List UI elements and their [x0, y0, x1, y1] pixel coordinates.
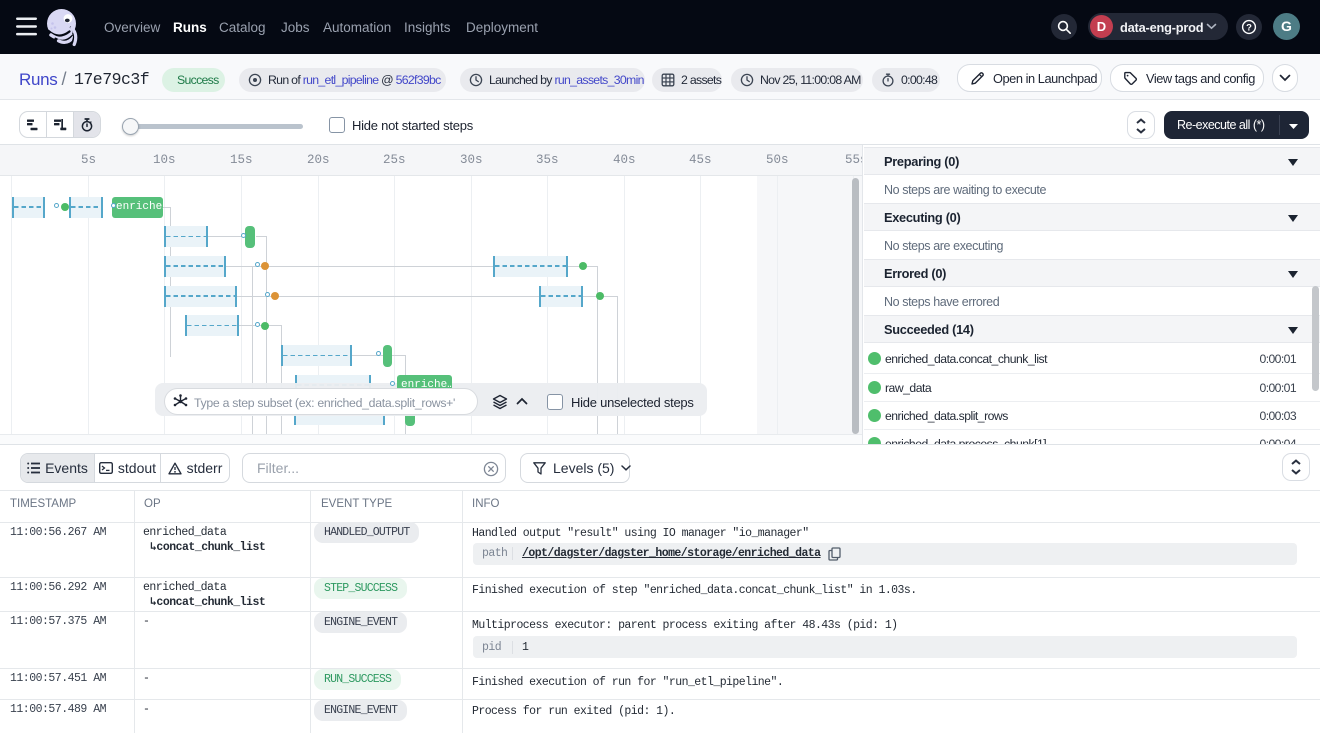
svg-text:?: ?	[1246, 22, 1252, 33]
